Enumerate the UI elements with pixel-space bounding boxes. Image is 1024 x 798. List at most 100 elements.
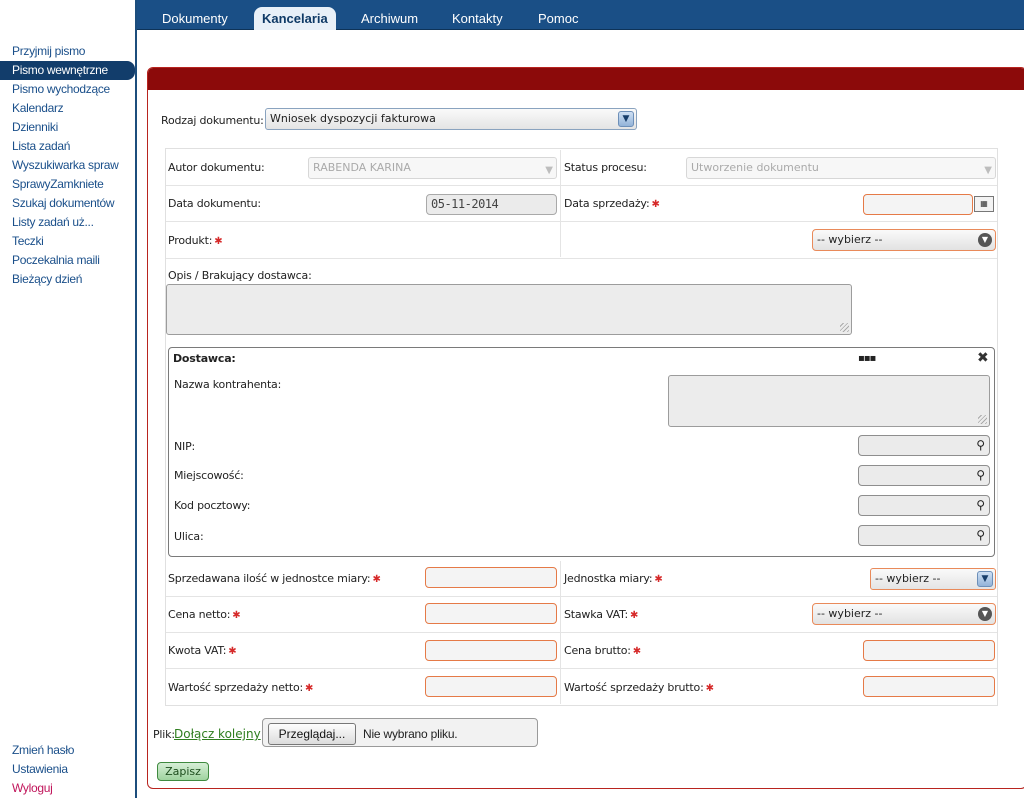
city-input[interactable]: ⚲	[858, 465, 990, 486]
product-value: -- wybierz --	[817, 233, 883, 246]
row-divider	[166, 596, 997, 597]
chevron-down-icon: ▼	[977, 571, 993, 587]
required-star-icon: ✱	[651, 199, 660, 210]
author-value: RABENDA KARINA	[313, 161, 411, 174]
net-price-input[interactable]	[425, 603, 557, 624]
tab-archiwum[interactable]: Archiwum	[353, 7, 426, 30]
gross-sale-label: Wartość sprzedaży brutto: ✱	[564, 681, 714, 694]
search-icon[interactable]: ⚲	[976, 438, 985, 452]
required-star-icon: ✱	[214, 236, 223, 247]
net-sale-input[interactable]	[425, 676, 557, 697]
logout-link[interactable]: Wyloguj	[0, 779, 135, 798]
sidebar: Przyjmij pismo Pismo wewnętrzne Pismo wy…	[0, 0, 137, 798]
search-icon[interactable]: ⚲	[976, 468, 985, 482]
row-divider	[166, 221, 997, 222]
top-navigation: Dokumenty Kancelaria Archiwum Kontakty P…	[137, 0, 1024, 30]
tab-pomoc[interactable]: Pomoc	[530, 7, 586, 30]
column-divider	[560, 150, 561, 257]
tab-dokumenty[interactable]: Dokumenty	[154, 7, 236, 30]
sidebar-item-dzienniki[interactable]: Dzienniki	[0, 118, 135, 137]
sidebar-menu: Przyjmij pismo Pismo wewnętrzne Pismo wy…	[0, 42, 135, 289]
street-label: Ulica:	[174, 530, 204, 543]
grid-icon[interactable]: ▪▪▪	[858, 353, 876, 364]
net-price-label: Cena netto: ✱	[168, 608, 241, 621]
street-input[interactable]: ⚲	[858, 525, 990, 546]
sidebar-item-szukaj-dokumentow[interactable]: Szukaj dokumentów	[0, 194, 135, 213]
required-star-icon: ✱	[305, 683, 314, 694]
required-star-icon: ✱	[705, 683, 714, 694]
change-password-link[interactable]: Zmień hasło	[0, 741, 135, 760]
doc-type-label: Rodzaj dokumentu:	[161, 114, 264, 127]
sidebar-item-wyszukiwarka-spraw[interactable]: Wyszukiwarka spraw	[0, 156, 135, 175]
sale-date-label: Data sprzedaży: ✱	[564, 197, 660, 210]
sidebar-item-poczekalnia-maili[interactable]: Poczekalnia maili	[0, 251, 135, 270]
postcode-input[interactable]: ⚲	[858, 495, 990, 516]
resize-grip-icon[interactable]	[978, 415, 987, 424]
required-star-icon: ✱	[372, 574, 381, 585]
frame-header-bar	[148, 68, 1024, 90]
calendar-icon[interactable]: ▦	[974, 196, 994, 212]
sidebar-item-listy-zadan-uzytkownikow[interactable]: Listy zadań uż...	[0, 213, 135, 232]
sidebar-item-teczki[interactable]: Teczki	[0, 232, 135, 251]
resize-grip-icon[interactable]	[840, 323, 849, 332]
row-divider	[166, 632, 997, 633]
product-label: Produkt: ✱	[168, 234, 223, 247]
sale-date-input[interactable]	[863, 194, 973, 215]
close-icon[interactable]: ✖	[977, 350, 989, 366]
unit-select[interactable]: -- wybierz -- ▼	[870, 568, 996, 590]
sidebar-bottom-menu: Zmień hasło Ustawienia Wyloguj	[0, 741, 135, 798]
tab-kancelaria[interactable]: Kancelaria	[254, 7, 336, 30]
vat-rate-value: -- wybierz --	[817, 607, 883, 620]
status-value: Utworzenie dokumentu	[691, 161, 819, 174]
row-divider	[166, 185, 997, 186]
sidebar-item-lista-zadan[interactable]: Lista zadań	[0, 137, 135, 156]
search-icon[interactable]: ⚲	[976, 528, 985, 542]
doc-date-label: Data dokumentu:	[168, 197, 261, 210]
sidebar-item-przyjmij-pismo[interactable]: Przyjmij pismo	[0, 42, 135, 61]
postcode-label: Kod pocztowy:	[174, 499, 251, 512]
tab-kontakty[interactable]: Kontakty	[444, 7, 511, 30]
required-star-icon: ✱	[228, 646, 237, 657]
vat-rate-select[interactable]: -- wybierz -- ▼	[812, 603, 996, 625]
attach-another-link[interactable]: Dołącz kolejny	[174, 727, 261, 741]
supplier-title: Dostawca:	[173, 352, 236, 365]
chevron-down-icon: ▼	[545, 165, 553, 176]
quantity-input[interactable]	[425, 567, 557, 588]
status-label: Status procesu:	[564, 161, 647, 174]
chevron-down-icon: ▼	[618, 111, 634, 127]
required-star-icon: ✱	[632, 646, 641, 657]
settings-link[interactable]: Ustawienia	[0, 760, 135, 779]
gross-sale-input[interactable]	[863, 676, 995, 697]
sidebar-item-kalendarz[interactable]: Kalendarz	[0, 99, 135, 118]
doc-date-input[interactable]: 05-11-2014	[426, 194, 557, 215]
unit-value: -- wybierz --	[875, 572, 941, 585]
row-divider	[166, 668, 997, 669]
browse-button[interactable]: Przeglądaj...	[268, 723, 356, 745]
save-button[interactable]: Zapisz	[157, 762, 209, 781]
nip-input[interactable]: ⚲	[858, 435, 990, 456]
unit-label: Jednostka miary: ✱	[564, 572, 663, 585]
contractor-name-label: Nazwa kontrahenta:	[174, 378, 282, 391]
sidebar-item-biezacy-dzien[interactable]: Bieżący dzień	[0, 270, 135, 289]
vat-amount-label: Kwota VAT: ✱	[168, 644, 237, 657]
doc-type-select[interactable]: Wniosek dyspozycji fakturowa ▼	[265, 108, 637, 130]
sidebar-item-pismo-wewnetrzne[interactable]: Pismo wewnętrzne	[0, 61, 135, 80]
product-select[interactable]: -- wybierz -- ▼	[812, 229, 996, 251]
description-textarea[interactable]	[166, 284, 852, 335]
sidebar-item-pismo-wychodzace[interactable]: Pismo wychodzące	[0, 80, 135, 99]
search-icon[interactable]: ⚲	[976, 498, 985, 512]
contractor-name-textarea[interactable]	[668, 375, 990, 427]
required-star-icon: ✱	[232, 610, 241, 621]
author-label: Autor dokumentu:	[168, 161, 265, 174]
gross-price-input[interactable]	[863, 640, 995, 661]
file-label: Plik:	[153, 728, 175, 741]
description-label: Opis / Brakujący dostawca:	[168, 269, 312, 282]
status-select: Utworzenie dokumentu ▼	[686, 157, 996, 179]
chevron-down-icon: ▼	[978, 233, 992, 247]
sidebar-item-sprawy-zamkniete[interactable]: SprawyZamkniete	[0, 175, 135, 194]
vat-amount-input[interactable]	[425, 640, 557, 661]
nip-label: NIP:	[174, 440, 196, 453]
net-sale-label: Wartość sprzedaży netto: ✱	[168, 681, 314, 694]
row-divider	[166, 258, 997, 259]
chevron-down-icon: ▼	[978, 607, 992, 621]
